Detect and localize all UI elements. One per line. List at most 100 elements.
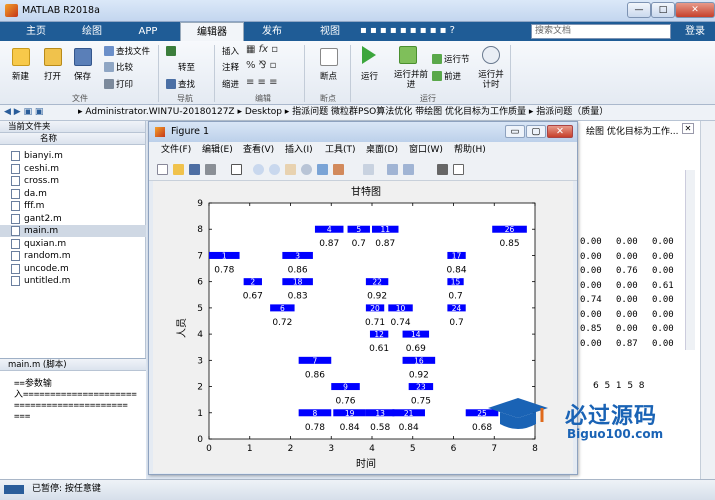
tab-plots[interactable]: 绘图 (64, 22, 120, 41)
nav-arrows-icon[interactable]: ◀ ▶ ▣ ▣ (4, 105, 43, 120)
zoom-out-icon[interactable] (269, 164, 280, 175)
fx-icon[interactable]: ▦ fx ▫ (246, 44, 278, 55)
new-file-icon[interactable] (12, 48, 30, 66)
file-list-item[interactable]: ceshi.m (0, 163, 146, 175)
file-list-item[interactable]: uncode.m (0, 263, 146, 275)
file-list-item[interactable]: untitled.m (0, 275, 146, 287)
quick-access-toolbar[interactable]: ▪ ▪ ▪ ▪ ▪ ▪ ▪ ▪ ▪ ? (360, 25, 520, 38)
new-figure-icon[interactable] (157, 164, 168, 175)
run-section-button[interactable]: 运行节 (444, 53, 470, 65)
x-tick-label: 8 (532, 444, 538, 454)
editor-tab-title[interactable]: 绘图 优化目标为工作... (586, 124, 678, 137)
brush-icon[interactable] (333, 164, 344, 175)
run-time-icon[interactable] (482, 46, 500, 64)
name-column-header[interactable]: 名称 (0, 133, 145, 145)
new-label[interactable]: 新建 (12, 70, 29, 82)
find-button[interactable]: 查找 (178, 78, 195, 90)
figure-maximize-button[interactable]: ▢ (526, 125, 546, 138)
file-list-item[interactable]: cross.m (0, 175, 146, 187)
gantt-bar-value: 0.86 (288, 265, 308, 275)
menu-view[interactable]: 查看(V) (243, 142, 274, 159)
panel-close-icon[interactable]: ✕ (682, 123, 694, 134)
gantt-bar-value: 0.7 (449, 318, 463, 328)
gantt-bar-value: 0.92 (409, 370, 429, 380)
pan-icon[interactable] (285, 164, 296, 175)
file-list-item[interactable]: gant2.m (0, 213, 146, 225)
compare-icon[interactable] (104, 62, 114, 72)
save-label[interactable]: 保存 (74, 70, 91, 82)
run-section-icon[interactable] (432, 54, 442, 64)
file-list-item[interactable]: main.m (0, 225, 146, 237)
run-advance-icon[interactable] (399, 46, 417, 64)
menu-tools[interactable]: 工具(T) (325, 142, 356, 159)
menu-edit[interactable]: 编辑(E) (202, 142, 233, 159)
find-files-button[interactable]: 查找文件 (116, 45, 150, 57)
insert-button[interactable]: 插入 (222, 45, 239, 57)
breakpoint-button[interactable]: 断点 (320, 70, 337, 82)
pointer-icon[interactable] (231, 164, 242, 175)
address-bar[interactable]: ◀ ▶ ▣ ▣ ▸ Administrator.WIN7U-20180127Z … (0, 105, 715, 121)
hide-plot-tools-icon[interactable] (437, 164, 448, 175)
file-list-item[interactable]: da.m (0, 188, 146, 200)
open-icon[interactable] (173, 164, 184, 175)
indent-button[interactable]: 缩进 (222, 78, 239, 90)
minimize-button[interactable]: — (627, 2, 651, 18)
compare-button[interactable]: 比较 (116, 61, 133, 73)
comment-button[interactable]: 注释 (222, 61, 239, 73)
tab-publish[interactable]: 发布 (244, 22, 300, 41)
print-button[interactable]: 打印 (116, 78, 133, 90)
advance-icon[interactable] (432, 71, 442, 81)
data-cursor-icon[interactable] (317, 164, 328, 175)
goto-button[interactable]: 转至 (178, 61, 195, 73)
tab-apps[interactable]: APP (120, 22, 176, 41)
open-folder-icon[interactable] (44, 48, 62, 66)
figure-close-button[interactable]: ✕ (547, 125, 573, 138)
workspace-value: 0.00 (652, 295, 674, 305)
advance-button[interactable]: 前进 (444, 70, 461, 82)
current-path[interactable]: ▸ Administrator.WIN7U-20180127Z ▸ Deskto… (78, 105, 608, 120)
m-file-icon (11, 176, 20, 186)
tab-editor[interactable]: 编辑器 (180, 22, 244, 41)
open-label[interactable]: 打开 (44, 70, 61, 82)
tab-home[interactable]: 主页 (8, 22, 64, 41)
find-icon[interactable] (166, 79, 176, 89)
run-icon[interactable] (362, 46, 376, 64)
menu-insert[interactable]: 插入(I) (285, 142, 313, 159)
zoom-in-icon[interactable] (253, 164, 264, 175)
file-list-item[interactable]: bianyi.m (0, 150, 146, 162)
print-icon[interactable] (104, 79, 114, 89)
menu-help[interactable]: 帮助(H) (454, 142, 486, 159)
status-icon (4, 485, 24, 494)
goto-icon[interactable] (166, 46, 176, 56)
show-plot-tools-icon[interactable] (453, 164, 464, 175)
link-icon[interactable] (363, 164, 374, 175)
colorbar-icon[interactable] (387, 164, 398, 175)
file-list-item[interactable]: quxian.m (0, 238, 146, 250)
login-button[interactable]: 登录 (677, 22, 713, 41)
file-list-item[interactable]: fff.m (0, 200, 146, 212)
find-files-icon[interactable] (104, 46, 114, 56)
x-tick-label: 0 (206, 444, 212, 454)
run-advance-button[interactable]: 运行并前进 (394, 70, 428, 90)
figure-minimize-button[interactable]: ▭ (505, 125, 525, 138)
file-list-item[interactable]: random.m (0, 250, 146, 262)
menu-desktop[interactable]: 桌面(D) (366, 142, 398, 159)
run-time-button[interactable]: 运行并计时 (477, 70, 505, 90)
search-input[interactable]: 搜索文档 (531, 24, 671, 39)
save-icon[interactable] (74, 48, 92, 66)
menu-window[interactable]: 窗口(W) (409, 142, 443, 159)
maximize-button[interactable]: □ (651, 2, 675, 18)
save-figure-icon[interactable] (189, 164, 200, 175)
close-button[interactable]: ✕ (675, 2, 715, 18)
run-button[interactable]: 运行 (361, 70, 378, 82)
indent-icon[interactable]: ≡ ≡ ≡ (246, 77, 278, 88)
workspace-scrollbar[interactable] (685, 170, 695, 350)
percent-icon[interactable]: % ⅋ ▫ (246, 60, 276, 71)
menu-file[interactable]: 文件(F) (161, 142, 191, 159)
y-tick-label: 9 (197, 199, 203, 209)
tab-view[interactable]: 视图 (302, 22, 358, 41)
breakpoint-icon[interactable] (320, 48, 338, 66)
print-figure-icon[interactable] (205, 164, 216, 175)
rotate-icon[interactable] (301, 164, 312, 175)
legend-icon[interactable] (403, 164, 414, 175)
